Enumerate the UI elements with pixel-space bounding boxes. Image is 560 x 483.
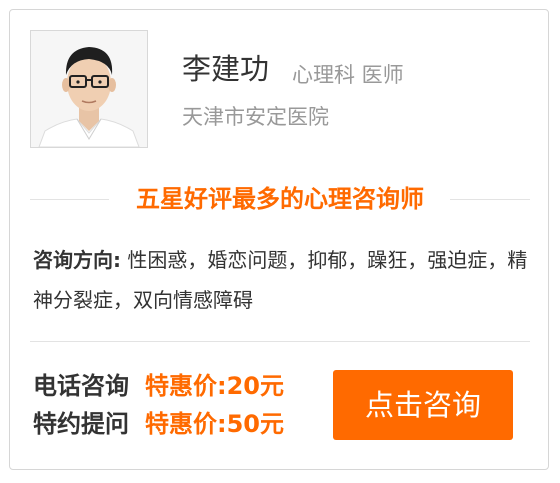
doctor-card: 李建功 心理科 医师 天津市安定医院 五星好评最多的心理咨询师 咨询方向: 性困… xyxy=(9,9,549,470)
specialty-section: 咨询方向: 性困惑，婚恋问题，抑郁，躁狂，强迫症，精神分裂症，双向情感障碍 xyxy=(33,240,533,320)
slogan: 五星好评最多的心理咨询师 xyxy=(136,185,424,213)
service-row-question: 特约提问 特惠价:50元 xyxy=(33,407,284,441)
service-name: 电话咨询 xyxy=(33,372,129,400)
service-row-phone: 电话咨询 特惠价:20元 xyxy=(33,369,284,403)
service-name: 特约提问 xyxy=(33,410,129,438)
doctor-title: 心理科 医师 xyxy=(292,63,404,87)
section-divider xyxy=(30,341,530,342)
service-price: 特惠价:20元 xyxy=(145,372,284,400)
slogan-divider-left xyxy=(30,199,109,200)
doctor-hospital: 天津市安定医院 xyxy=(182,105,329,129)
doctor-photo xyxy=(31,31,147,147)
service-price: 特惠价:50元 xyxy=(145,410,284,438)
specialty-label: 咨询方向: xyxy=(33,248,121,272)
slogan-divider-right xyxy=(450,199,530,200)
consult-button[interactable]: 点击咨询 xyxy=(333,370,513,440)
doctor-name: 李建功 xyxy=(182,52,270,86)
doctor-avatar xyxy=(30,30,148,148)
